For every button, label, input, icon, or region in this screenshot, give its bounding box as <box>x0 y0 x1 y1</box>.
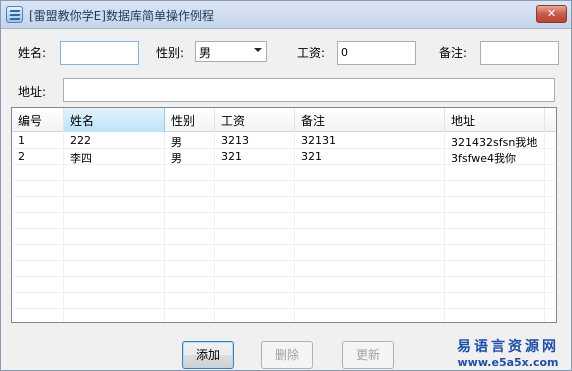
table-header: 编号 姓名 性别 工资 备注 地址 <box>12 108 556 132</box>
gender-label: 性别: <box>156 46 185 60</box>
close-button[interactable]: ✕ <box>536 5 567 23</box>
cell-name: 222 <box>64 133 165 149</box>
column-gridline <box>544 133 545 322</box>
empty-row <box>12 293 556 309</box>
column-gridline <box>444 133 445 322</box>
gender-select[interactable]: 男 <box>195 41 267 62</box>
empty-row <box>12 229 556 245</box>
column-header-gender[interactable]: 性别 <box>165 108 215 132</box>
column-header-salary[interactable]: 工资 <box>215 108 295 132</box>
column-header-note[interactable]: 备注 <box>295 108 445 132</box>
empty-row <box>12 165 556 181</box>
app-logo-icon <box>6 6 23 23</box>
name-input[interactable] <box>60 41 139 65</box>
cell-name: 李四 <box>64 149 165 165</box>
empty-row <box>12 197 556 213</box>
cell-address: 3fsfwe4我你 <box>445 149 545 165</box>
salary-label: 工资: <box>297 46 326 60</box>
column-gridline <box>164 133 165 322</box>
empty-row <box>12 245 556 261</box>
address-label: 地址: <box>18 85 47 99</box>
cell-note: 32131 <box>295 133 445 149</box>
column-gridline <box>294 133 295 322</box>
empty-row <box>12 181 556 197</box>
data-table[interactable]: 编号 姓名 性别 工资 备注 地址 1 222 男 3213 32131 321… <box>11 107 557 323</box>
name-label: 姓名: <box>18 46 47 60</box>
empty-row <box>12 213 556 229</box>
cell-gender: 男 <box>165 149 215 165</box>
watermark-name: 易语言资源网 <box>457 339 559 355</box>
column-gridline <box>63 133 64 322</box>
empty-row <box>12 309 556 322</box>
cell-id: 2 <box>12 149 64 165</box>
app-window: [雷盟教你学E]数据库简单操作例程 ✕ 姓名: 性别: 男 工资: 0 备注: … <box>0 0 572 371</box>
window-title: [雷盟教你学E]数据库简单操作例程 <box>29 9 214 23</box>
watermark: 易语言资源网 www.e5a5x.com <box>457 336 559 369</box>
cell-address: 321432sfsn我地 <box>445 133 545 149</box>
title-bar[interactable]: [雷盟教你学E]数据库简单操作例程 ✕ <box>1 1 571 29</box>
cell-salary: 3213 <box>215 133 295 149</box>
salary-input[interactable]: 0 <box>337 41 416 65</box>
dropdown-arrow-icon[interactable] <box>254 48 262 52</box>
column-gridline <box>214 133 215 322</box>
cell-gender: 男 <box>165 133 215 149</box>
cell-note: 321 <box>295 149 445 165</box>
update-button[interactable]: 更新 <box>342 341 394 369</box>
table-row[interactable]: 2 李四 男 321 321 3fsfwe4我你 <box>12 149 556 165</box>
note-label: 备注: <box>439 46 468 60</box>
cell-id: 1 <box>12 133 64 149</box>
watermark-url: www.e5a5x.com <box>457 356 559 369</box>
add-button[interactable]: 添加 <box>182 341 234 369</box>
column-header-id[interactable]: 编号 <box>12 108 64 132</box>
delete-button[interactable]: 删除 <box>261 341 313 369</box>
column-header-name[interactable]: 姓名 <box>64 108 165 132</box>
note-input[interactable] <box>480 41 559 65</box>
empty-row <box>12 261 556 277</box>
address-input[interactable] <box>63 78 555 102</box>
cell-salary: 321 <box>215 149 295 165</box>
gender-selected-value: 男 <box>199 46 212 60</box>
column-header-address[interactable]: 地址 <box>445 108 545 132</box>
empty-row <box>12 277 556 293</box>
table-row[interactable]: 1 222 男 3213 32131 321432sfsn我地 <box>12 133 556 149</box>
